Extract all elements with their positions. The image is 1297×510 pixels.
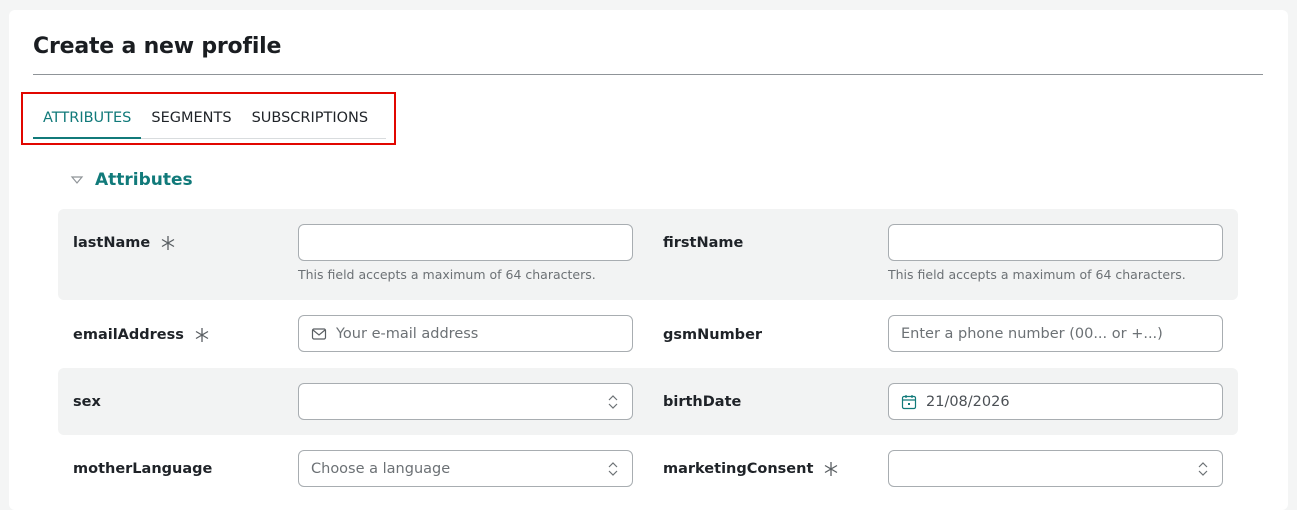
form-row-contact: emailAddress Your e-mail address gsmNumb… [58,300,1238,368]
language-label: motherLanguage [73,461,213,477]
gsm-input[interactable]: Enter a phone number (00... or +...) [888,315,1223,352]
page-title: Create a new profile [33,34,282,59]
form-row-names: lastName This field accepts a maximum of… [58,209,1238,300]
language-label-wrap: motherLanguage [73,461,212,477]
language-placeholder: Choose a language [311,460,451,477]
lastname-hint: This field accepts a maximum of 64 chara… [298,267,596,282]
required-asterisk-icon [195,328,209,342]
birthdate-value: 21/08/2026 [926,393,1010,410]
select-arrows-icon [608,394,618,409]
tab-attributes[interactable]: ATTRIBUTES [33,102,142,139]
tab-bar: ATTRIBUTES SEGMENTS SUBSCRIPTIONS [33,102,386,139]
sex-label-wrap: sex [73,394,101,410]
consent-label-wrap: marketingConsent [663,461,839,477]
title-divider [33,74,1263,75]
firstname-input[interactable] [888,224,1223,261]
chevron-down-icon [70,176,84,184]
firstname-hint: This field accepts a maximum of 64 chara… [888,267,1186,282]
tab-segments[interactable]: SEGMENTS [141,102,241,138]
email-label: emailAddress [73,327,184,343]
language-select[interactable]: Choose a language [298,450,633,487]
tab-subscriptions[interactable]: SUBSCRIPTIONS [242,102,379,138]
email-placeholder: Your e-mail address [336,325,479,342]
calendar-icon [901,394,917,409]
gsm-label: gsmNumber [663,327,763,343]
email-input[interactable]: Your e-mail address [298,315,633,352]
firstname-label-wrap: firstName [663,235,743,251]
firstname-label: firstName [663,235,744,251]
consent-label: marketingConsent [663,461,814,477]
gsm-placeholder: Enter a phone number (00... or +...) [901,325,1163,342]
required-asterisk-icon [161,236,175,250]
form-row-personal: sex birthDate 21/08/2026 [58,368,1238,435]
profile-card: Create a new profile ATTRIBUTES SEGMENTS… [9,10,1288,510]
select-arrows-icon [1198,461,1208,476]
lastname-label-wrap: lastName [73,235,176,251]
email-label-wrap: emailAddress [73,327,210,343]
gsm-label-wrap: gsmNumber [663,327,762,343]
attributes-section-toggle[interactable]: Attributes [69,170,193,190]
select-arrows-icon [608,461,618,476]
lastname-input[interactable] [298,224,633,261]
consent-select[interactable] [888,450,1223,487]
sex-label: sex [73,394,101,410]
birthdate-label-wrap: birthDate [663,394,741,410]
birthdate-label: birthDate [663,394,742,410]
form-row-preferences: motherLanguage Choose a language marketi… [58,435,1238,510]
birthdate-input[interactable]: 21/08/2026 [888,383,1223,420]
section-title: Attributes [95,170,193,190]
sex-select[interactable] [298,383,633,420]
lastname-label: lastName [73,235,151,251]
required-asterisk-icon [825,462,838,476]
mail-icon [311,327,327,340]
